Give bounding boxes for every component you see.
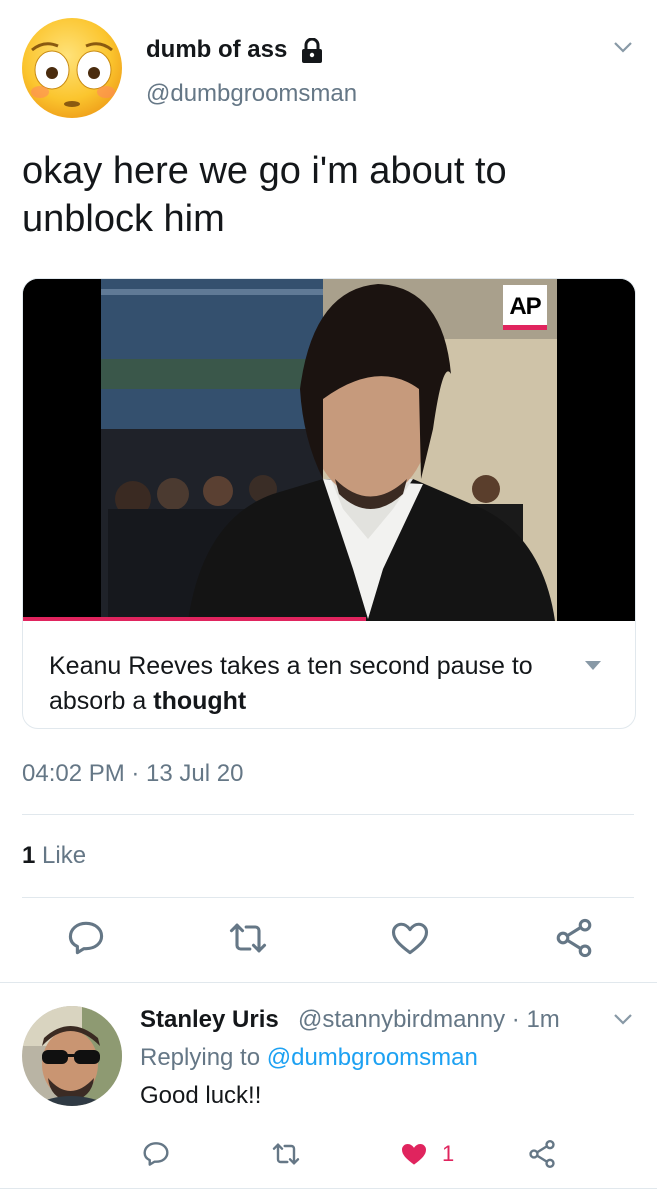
reply-icon[interactable] bbox=[140, 1138, 172, 1170]
share-icon[interactable] bbox=[552, 916, 596, 960]
liked-heart-icon[interactable] bbox=[398, 1138, 430, 1170]
retweet-icon[interactable] bbox=[270, 1138, 302, 1170]
reply-text: Good luck!! bbox=[140, 1082, 262, 1109]
reply-avatar-photo bbox=[22, 1006, 122, 1106]
media-caption: Keanu Reeves takes a ten second pause to… bbox=[49, 649, 569, 719]
author-display-name[interactable]: dumb of ass bbox=[146, 36, 287, 64]
reply-author-handle-time[interactable]: @stannybirdmanny · 1m bbox=[298, 1006, 560, 1034]
video-frame-image bbox=[23, 279, 635, 621]
caption-text: Keanu Reeves takes a ten second pause to… bbox=[49, 652, 533, 715]
reply-author-avatar[interactable] bbox=[22, 1006, 122, 1106]
video-progress-bar[interactable] bbox=[23, 617, 366, 621]
replying-to-label: Replying to bbox=[140, 1044, 261, 1071]
tweet-timestamp[interactable]: 04:02 PM · 13 Jul 20 bbox=[22, 760, 243, 788]
divider bbox=[0, 1188, 657, 1189]
reply-like-count: 1 bbox=[442, 1141, 455, 1166]
likes-count: 1 bbox=[22, 842, 36, 869]
author-handle[interactable]: @dumbgroomsman bbox=[146, 80, 357, 108]
ap-logo-bar bbox=[503, 325, 547, 330]
caption-bold-text: thought bbox=[153, 687, 247, 715]
tweet-text: okay here we go i'm about to unblock him bbox=[22, 150, 507, 240]
ap-logo: AP bbox=[503, 285, 547, 329]
replying-to: Replying to @dumbgroomsman bbox=[140, 1044, 478, 1072]
divider bbox=[22, 814, 634, 815]
chevron-down-icon[interactable] bbox=[612, 1008, 634, 1030]
divider bbox=[22, 897, 634, 898]
media-card[interactable]: AP Keanu Reeves takes a ten second pause… bbox=[22, 278, 636, 729]
likes-summary[interactable]: 1 Like bbox=[22, 842, 86, 870]
divider bbox=[0, 982, 657, 983]
share-icon[interactable] bbox=[526, 1138, 558, 1170]
chevron-down-icon[interactable] bbox=[612, 36, 634, 58]
video-player[interactable]: AP bbox=[23, 279, 635, 621]
retweet-icon[interactable] bbox=[226, 916, 270, 960]
caption-expand-icon[interactable] bbox=[584, 659, 602, 671]
replying-to-mention[interactable]: @dumbgroomsman bbox=[267, 1044, 478, 1071]
flushed-face-emoji bbox=[22, 18, 122, 118]
reply-author-name[interactable]: Stanley Uris bbox=[140, 1006, 279, 1034]
like-icon[interactable] bbox=[388, 916, 432, 960]
reply-icon[interactable] bbox=[64, 916, 108, 960]
author-avatar[interactable] bbox=[22, 18, 122, 118]
lock-icon bbox=[300, 37, 324, 64]
likes-label: Like bbox=[42, 842, 87, 869]
